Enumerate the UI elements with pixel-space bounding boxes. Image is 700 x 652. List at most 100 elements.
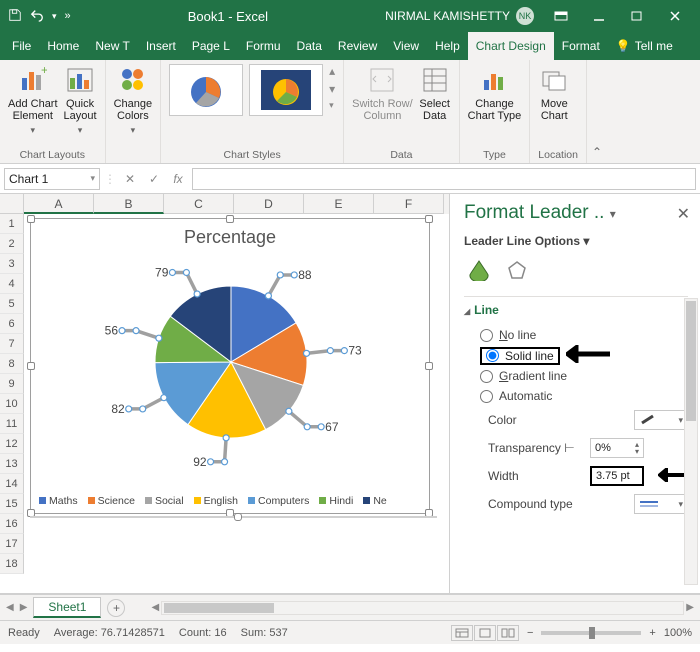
row-13[interactable]: 13 — [0, 454, 24, 474]
row-4[interactable]: 4 — [0, 274, 24, 294]
row-10[interactable]: 10 — [0, 394, 24, 414]
tab-page-layout[interactable]: Page L — [184, 32, 238, 60]
chart-title[interactable]: Percentage — [31, 219, 429, 252]
tab-data[interactable]: Data — [289, 32, 330, 60]
row-6[interactable]: 6 — [0, 314, 24, 334]
col-E[interactable]: E — [304, 194, 374, 214]
pane-scrollbar[interactable] — [684, 298, 698, 585]
user-name[interactable]: NIRMAL KAMISHETTY — [385, 9, 510, 23]
row-15[interactable]: 15 — [0, 494, 24, 514]
row-12[interactable]: 12 — [0, 434, 24, 454]
tab-chart-design[interactable]: Chart Design — [468, 32, 554, 60]
gradient-line-option[interactable]: Gradient lineGradient line — [464, 366, 688, 386]
quick-layout-button[interactable]: Quick Layout▾ — [64, 64, 97, 136]
enter-formula-button[interactable]: ✓ — [144, 168, 164, 190]
minimize-button[interactable] — [582, 4, 616, 28]
tab-new[interactable]: New T — [87, 32, 137, 60]
zoom-in-button[interactable]: + — [649, 627, 655, 639]
row-1[interactable]: 1 — [0, 214, 24, 234]
fx-button[interactable]: fx — [168, 168, 188, 190]
legend-item[interactable]: Computers — [248, 495, 309, 507]
tab-review[interactable]: Review — [330, 32, 385, 60]
split-bar[interactable] — [30, 516, 437, 518]
solid-line-option[interactable]: Solid line — [480, 347, 560, 365]
chart-legend[interactable]: MathsScienceSocialEnglishComputersHindiN… — [39, 495, 421, 507]
zoom-slider[interactable] — [541, 631, 641, 635]
zoom-out-button[interactable]: − — [527, 627, 533, 639]
row-17[interactable]: 17 — [0, 534, 24, 554]
zoom-level[interactable]: 100% — [664, 627, 692, 639]
view-normal-button[interactable] — [451, 625, 473, 641]
tab-nav-next[interactable]: ▶ — [20, 602, 28, 613]
style-down-icon[interactable]: ▾ — [329, 82, 335, 96]
select-data-button[interactable]: Select Data — [419, 64, 451, 122]
pane-dropdown-icon[interactable]: ▾ — [610, 207, 616, 221]
legend-item[interactable]: English — [194, 495, 238, 507]
row-9[interactable]: 9 — [0, 374, 24, 394]
chart-style-1[interactable] — [169, 64, 243, 116]
move-chart-button[interactable]: Move Chart — [538, 64, 570, 122]
width-input[interactable]: 3.75 pt — [590, 466, 644, 486]
row-8[interactable]: 8 — [0, 354, 24, 374]
tab-file[interactable]: File — [4, 32, 39, 60]
legend-item[interactable]: Science — [88, 495, 135, 507]
line-section-head[interactable]: Line — [464, 303, 688, 317]
col-D[interactable]: D — [234, 194, 304, 214]
col-B[interactable]: B — [94, 194, 164, 214]
tab-format[interactable]: Format — [554, 32, 608, 60]
tell-me[interactable]: 💡 Tell me — [608, 32, 681, 60]
legend-item[interactable]: Hindi — [319, 495, 353, 507]
chart-style-2[interactable] — [249, 64, 323, 116]
fill-line-tab[interactable] — [464, 256, 494, 284]
sheet-tab-sheet1[interactable]: Sheet1 — [33, 597, 101, 618]
add-chart-element-button[interactable]: + Add Chart Element▾ — [8, 64, 58, 136]
view-page-break-button[interactable] — [497, 625, 519, 641]
hscroll-left[interactable]: ◀ — [151, 602, 159, 613]
color-picker[interactable]: ▾ — [634, 410, 688, 430]
ribbon-options-button[interactable] — [544, 4, 578, 28]
pie-chart-object[interactable]: Percentage 88736792825679 MathsScienceSo… — [30, 218, 430, 514]
subhead-dropdown-icon[interactable]: ▾ — [583, 234, 589, 248]
row-2[interactable]: 2 — [0, 234, 24, 254]
tab-insert[interactable]: Insert — [138, 32, 184, 60]
close-button[interactable] — [658, 4, 692, 28]
hscroll-right[interactable]: ▶ — [686, 602, 694, 613]
collapse-ribbon-button[interactable]: ⌃ — [587, 60, 607, 163]
row-14[interactable]: 14 — [0, 474, 24, 494]
user-avatar[interactable]: NK — [516, 7, 534, 25]
change-colors-button[interactable]: Change Colors▾ — [114, 64, 153, 136]
new-sheet-button[interactable]: + — [107, 599, 125, 617]
tab-help[interactable]: Help — [427, 32, 468, 60]
view-page-layout-button[interactable] — [474, 625, 496, 641]
redo-dropdown-icon[interactable]: ▾ — [52, 11, 57, 22]
maximize-button[interactable] — [620, 4, 654, 28]
pane-close-button[interactable]: ✕ — [677, 204, 690, 224]
col-C[interactable]: C — [164, 194, 234, 214]
legend-item[interactable]: Ne — [363, 495, 386, 507]
effects-tab[interactable] — [502, 256, 532, 284]
select-all-corner[interactable] — [0, 194, 24, 214]
tab-home[interactable]: Home — [39, 32, 87, 60]
automatic-option[interactable]: Automatic — [464, 386, 688, 406]
chevron-down-icon[interactable]: ▾ — [90, 173, 95, 184]
worksheet[interactable]: A B C D E F 123456789101112131415161718 … — [0, 194, 449, 593]
tab-formulas[interactable]: Formu — [238, 32, 289, 60]
formula-input[interactable] — [192, 168, 696, 190]
row-7[interactable]: 7 — [0, 334, 24, 354]
tab-view[interactable]: View — [385, 32, 427, 60]
compound-type-picker[interactable]: ▾ — [634, 494, 688, 514]
transparency-input[interactable]: 0%▴▾ — [590, 438, 644, 458]
autosave-icon[interactable] — [8, 8, 22, 25]
col-F[interactable]: F — [374, 194, 444, 214]
row-3[interactable]: 3 — [0, 254, 24, 274]
row-16[interactable]: 16 — [0, 514, 24, 534]
legend-item[interactable]: Social — [145, 495, 184, 507]
tab-nav-prev[interactable]: ◀ — [6, 602, 14, 613]
pie-chart-plot[interactable]: 88736792825679 — [31, 252, 431, 478]
undo-button[interactable] — [30, 8, 44, 25]
col-A[interactable]: A — [24, 194, 94, 214]
row-18[interactable]: 18 — [0, 554, 24, 574]
style-up-icon[interactable]: ▴ — [329, 64, 335, 78]
row-5[interactable]: 5 — [0, 294, 24, 314]
change-chart-type-button[interactable]: Change Chart Type — [468, 64, 522, 122]
